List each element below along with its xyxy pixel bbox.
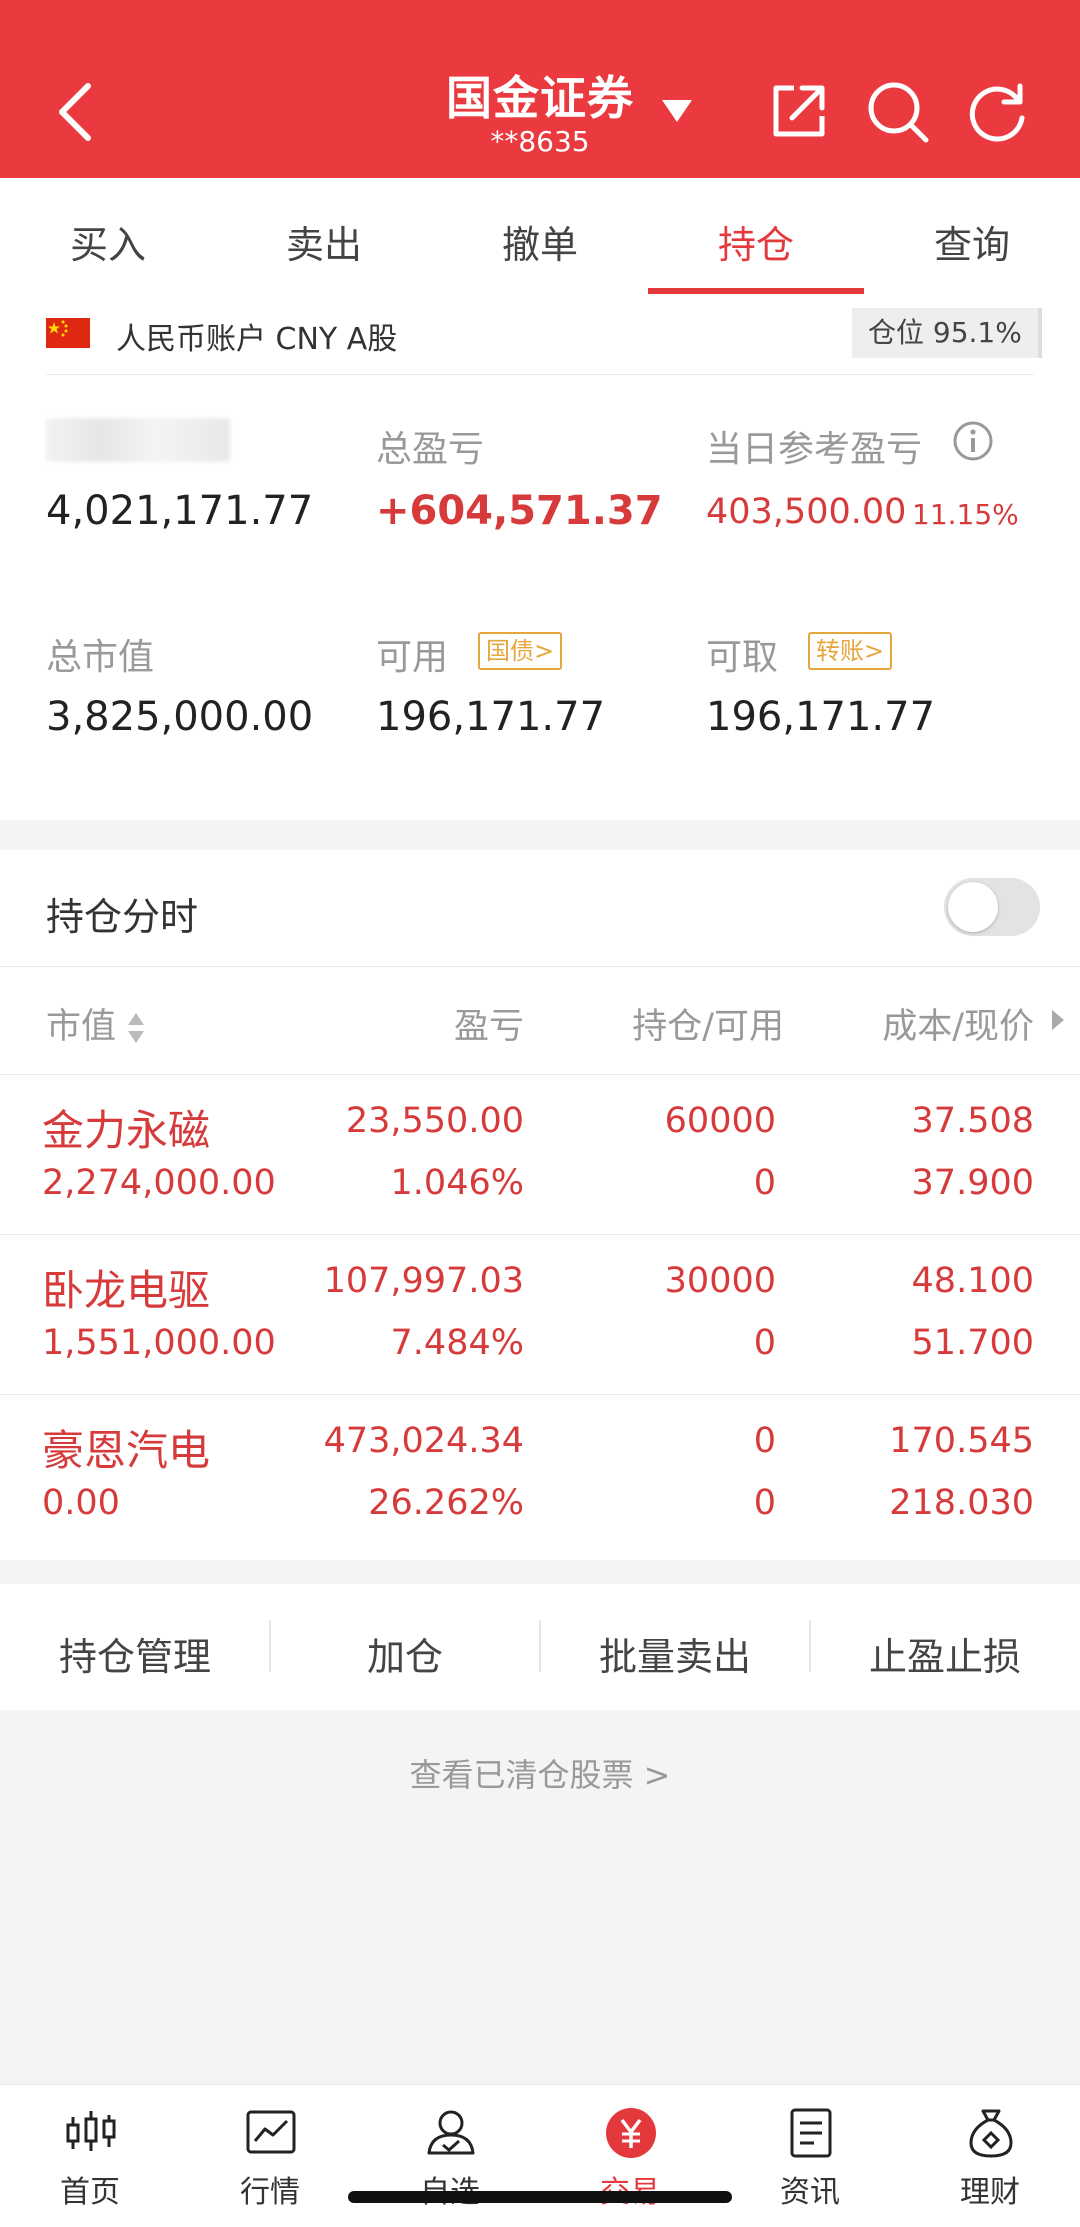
- view-cleared-stocks-link[interactable]: 查看已清仓股票 >: [0, 1750, 1080, 1796]
- total-assets-value: 4,021,171.77: [46, 488, 314, 534]
- stock-pl-pct: 7.484%: [390, 1323, 524, 1363]
- stock-name: 金力永磁: [42, 1106, 211, 1155]
- manage-holdings-button[interactable]: 持仓管理: [0, 1626, 270, 1681]
- table-row[interactable]: 卧龙电驱 1,551,000.00 107,997.03 7.484% 3000…: [0, 1235, 1080, 1394]
- today-pl-value: 403,500.00: [706, 492, 907, 532]
- stock-name: 卧龙电驱: [42, 1266, 211, 1315]
- currency-account-label: 人民币账户 CNY A股: [116, 322, 398, 357]
- available-value: 196,171.77: [376, 694, 606, 740]
- transfer-tag[interactable]: 转账>: [808, 632, 893, 670]
- stock-market-value: 2,274,000.00: [42, 1163, 276, 1203]
- stock-available: 0: [753, 1163, 776, 1203]
- nav-label: 理财: [960, 2175, 1020, 2210]
- nav-label: 行情: [240, 2175, 300, 2210]
- stock-pl: 473,024.34: [323, 1421, 524, 1461]
- refresh-icon[interactable]: [966, 80, 1030, 144]
- stock-name: 豪恩汽电: [42, 1426, 211, 1475]
- intraday-toggle[interactable]: [944, 878, 1040, 936]
- active-tab-indicator: [648, 288, 864, 294]
- nav-market[interactable]: 行情: [180, 2085, 360, 2227]
- table-row[interactable]: 金力永磁 2,274,000.00 23,550.00 1.046% 60000…: [0, 1075, 1080, 1234]
- masked-assets-label: [46, 418, 230, 462]
- stock-pl-pct: 26.262%: [368, 1483, 524, 1523]
- nav-label: 交易: [540, 2167, 720, 2211]
- nav-wealth[interactable]: 理财: [900, 2085, 1080, 2227]
- share-icon[interactable]: [768, 80, 830, 142]
- stock-market-value: 0.00: [42, 1483, 120, 1523]
- treasury-bond-tag[interactable]: 国债>: [478, 632, 563, 670]
- stop-profit-loss-button[interactable]: 止盈止损: [810, 1626, 1080, 1681]
- app-header: 国金证券 **8635: [0, 0, 1080, 178]
- intraday-holdings-title: 持仓分时: [46, 895, 199, 939]
- stock-pl: 23,550.00: [345, 1101, 524, 1141]
- tab-holdings[interactable]: 持仓: [656, 214, 856, 269]
- nav-news[interactable]: 资讯: [720, 2085, 900, 2227]
- table-row[interactable]: 豪恩汽电 0.00 473,024.34 26.262% 0 0 170.545…: [0, 1395, 1080, 1554]
- divider: [46, 374, 1034, 375]
- stock-position: 60000: [664, 1101, 776, 1141]
- stock-position: 30000: [664, 1261, 776, 1301]
- stock-market-value: 1,551,000.00: [42, 1323, 276, 1363]
- market-value: 3,825,000.00: [46, 694, 314, 740]
- withdrawable-value: 196,171.77: [706, 694, 936, 740]
- person-icon: [427, 2110, 475, 2155]
- sort-icon: [128, 1013, 145, 1043]
- scroll-right-icon[interactable]: [1050, 1008, 1066, 1032]
- col-market-value[interactable]: 市值: [46, 998, 145, 1049]
- stock-position: 0: [753, 1421, 776, 1461]
- holdings-section: 持仓分时 市值 盈亏 持仓/可用 成本/现价 金力永磁 2,274,000.00…: [0, 850, 1080, 1560]
- nav-home[interactable]: 首页: [0, 2085, 180, 2227]
- nav-trade[interactable]: 交易: [540, 2085, 720, 2227]
- stock-pl-pct: 1.046%: [390, 1163, 524, 1203]
- document-icon: [790, 2108, 832, 2158]
- add-position-button[interactable]: 加仓: [270, 1626, 540, 1681]
- nav-watchlist[interactable]: 自选: [360, 2085, 540, 2227]
- stock-cost: 170.545: [889, 1421, 1034, 1461]
- col-cost-price[interactable]: 成本/现价: [810, 998, 1034, 1049]
- holding-actions: 持仓管理 加仓 批量卖出 止盈止损: [0, 1584, 1080, 1710]
- info-icon[interactable]: [952, 420, 994, 462]
- market-value-label: 总市值: [46, 637, 155, 678]
- china-flag-icon: [46, 318, 90, 348]
- bottom-nav: 首页 行情 自选 交易 资讯: [0, 2084, 1080, 2227]
- batch-sell-button[interactable]: 批量卖出: [540, 1626, 810, 1681]
- chart-icon: [246, 2110, 296, 2154]
- tab-sell[interactable]: 卖出: [224, 214, 424, 269]
- tab-cancel[interactable]: 撤单: [440, 214, 640, 269]
- col-pl[interactable]: 盈亏: [300, 998, 524, 1049]
- stock-cost: 37.508: [911, 1101, 1034, 1141]
- total-pl-value: +604,571.37: [376, 488, 663, 534]
- candlestick-icon: [66, 2111, 116, 2151]
- stock-cost: 48.100: [911, 1261, 1034, 1301]
- account-summary: 人民币账户 CNY A股 仓位 95.1% 4,021,171.77 总盈亏 +…: [0, 296, 1080, 820]
- moneybag-icon: [969, 2109, 1013, 2158]
- total-pl-label: 总盈亏: [376, 429, 485, 470]
- stock-price: 37.900: [911, 1163, 1034, 1203]
- stock-available: 0: [753, 1483, 776, 1523]
- stock-available: 0: [753, 1323, 776, 1363]
- nav-label: 首页: [60, 2175, 120, 2210]
- stock-price: 218.030: [889, 1483, 1034, 1523]
- col-position[interactable]: 持仓/可用: [560, 998, 784, 1049]
- today-pl-label: 当日参考盈亏: [706, 429, 923, 470]
- nav-label: 自选: [360, 2167, 540, 2211]
- trade-tabs: 买入 卖出 撤单 持仓 查询: [0, 178, 1080, 297]
- dropdown-triangle-icon[interactable]: [660, 98, 694, 124]
- nav-label: 资讯: [780, 2175, 840, 2210]
- available-label: 可用: [376, 637, 449, 678]
- stock-pl: 107,997.03: [323, 1261, 524, 1301]
- yuan-icon: [606, 2108, 656, 2158]
- position-ratio-badge: 仓位 95.1%: [852, 308, 1042, 358]
- tab-query[interactable]: 查询: [872, 214, 1072, 269]
- home-indicator[interactable]: [348, 2191, 732, 2203]
- stock-price: 51.700: [911, 1323, 1034, 1363]
- withdrawable-label: 可取: [706, 637, 779, 678]
- search-icon[interactable]: [866, 80, 932, 146]
- today-pl-pct: 11.15%: [912, 498, 1019, 531]
- tab-buy[interactable]: 买入: [8, 214, 208, 269]
